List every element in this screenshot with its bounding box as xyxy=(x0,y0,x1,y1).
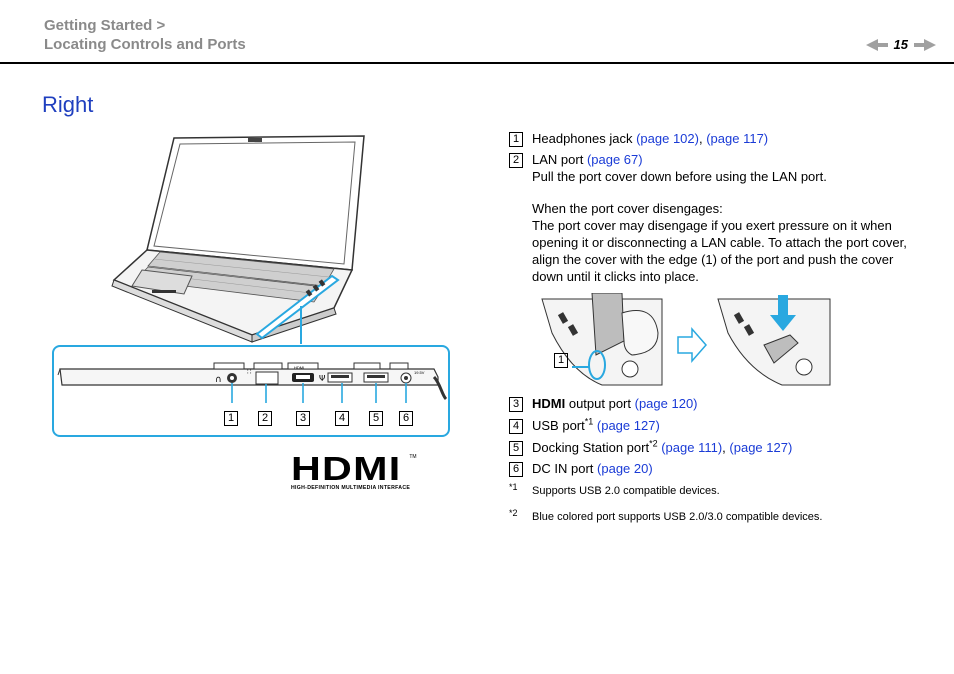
list-item: 4 USB port*1 (page 127) xyxy=(509,417,919,434)
page-number: 15 xyxy=(893,37,908,52)
list-item: 6 DC IN port (page 20) xyxy=(509,460,919,477)
item-label: DC IN port xyxy=(532,461,594,476)
arrow-right-icon xyxy=(677,327,707,363)
item-number: 2 xyxy=(509,153,523,168)
page-link[interactable]: (page 127) xyxy=(597,418,660,433)
hdmi-logo: HDMI TM HIGH-DEFINITION MULTIMEDIA INTER… xyxy=(291,450,431,491)
item-label: Docking Station port xyxy=(532,440,650,455)
page-link[interactable]: (page 117) xyxy=(706,131,768,146)
item-label: output port xyxy=(568,396,631,411)
laptop-screen xyxy=(146,135,365,271)
page-link[interactable]: (page 102) xyxy=(636,131,699,146)
page-navigation: 15 xyxy=(865,37,936,52)
footnote: *2 Blue colored port supports USB 2.0/3.… xyxy=(509,508,919,526)
arrow-right-icon[interactable] xyxy=(914,38,936,51)
item-number: 6 xyxy=(509,462,523,477)
callout-3: 3 xyxy=(296,411,310,426)
footnote-mark: *1 xyxy=(509,482,518,492)
footnote-ref: *2 xyxy=(649,438,658,449)
svg-text:Ψ: Ψ xyxy=(319,374,325,383)
breadcrumb-parent[interactable]: Getting Started > xyxy=(44,16,246,35)
svg-text:19.5V: 19.5V xyxy=(414,370,425,375)
page-link[interactable]: (page 20) xyxy=(597,461,653,476)
item-label: LAN port xyxy=(532,152,584,167)
item-number: 1 xyxy=(509,132,523,147)
svg-text:∩: ∩ xyxy=(215,375,222,385)
list-item: 5 Docking Station port*2 (page 111), (pa… xyxy=(509,439,919,456)
item-label-bold: HDMI xyxy=(532,396,566,411)
camera-icon xyxy=(248,138,262,142)
item-label: USB port xyxy=(532,418,585,433)
footnote: *1 Supports USB 2.0 compatible devices. xyxy=(509,482,919,500)
port-side-view: ∩ ∷ HDMI Ψ 19.5V xyxy=(57,362,448,403)
callout-4: 4 xyxy=(335,411,349,426)
port-detail-panel: ∩ ∷ HDMI Ψ 19.5V 1 2 3 4 5 6 xyxy=(52,345,450,437)
trademark: TM xyxy=(409,454,417,460)
hdmi-logo-text: HDMI xyxy=(291,450,402,487)
item-number: 3 xyxy=(509,397,523,412)
footnote-text: Supports USB 2.0 compatible devices. xyxy=(532,485,720,497)
callout-2: 2 xyxy=(258,411,272,426)
list-item: 2 LAN port (page 67) Pull the port cover… xyxy=(509,151,919,285)
list-item: 3 HDMI output port (page 120) xyxy=(509,395,919,412)
lan-callout: 1 xyxy=(554,353,568,368)
callout-6: 6 xyxy=(399,411,413,426)
item-number: 5 xyxy=(509,441,523,456)
breadcrumb: Getting Started > Locating Controls and … xyxy=(44,16,246,54)
svg-text:∷: ∷ xyxy=(247,368,251,376)
svg-text:HDMI: HDMI xyxy=(294,365,304,370)
page-link[interactable]: (page 127) xyxy=(729,440,792,455)
page-link[interactable]: (page 120) xyxy=(635,396,698,411)
section-title: Right xyxy=(42,92,94,117)
header-divider xyxy=(0,62,954,64)
item-paragraph: The port cover may disengage if you exer… xyxy=(532,218,907,284)
arrow-left-icon[interactable] xyxy=(865,38,888,51)
item-subheading: When the port cover disengages: xyxy=(532,201,723,216)
usb-port: Ψ xyxy=(319,372,353,383)
item-note: Pull the port cover down before using th… xyxy=(532,169,827,184)
lan-cover-step2 xyxy=(717,295,831,386)
docking-station-port xyxy=(363,372,389,383)
lan-cover-step1 xyxy=(541,293,663,386)
item-number: 4 xyxy=(509,419,523,434)
breadcrumb-current: Locating Controls and Ports xyxy=(44,36,246,53)
page-link[interactable]: (page 111) xyxy=(661,440,722,455)
list-item: 1 Headphones jack (page 102), (page 117) xyxy=(509,130,919,147)
port-list: 1 Headphones jack (page 102), (page 117)… xyxy=(509,130,919,526)
footnote-text: Blue colored port supports USB 2.0/3.0 c… xyxy=(532,511,823,523)
callout-1: 1 xyxy=(224,411,238,426)
lan-cover-illustration: 1 xyxy=(532,287,919,395)
page-link[interactable]: (page 67) xyxy=(587,152,643,167)
footnote-ref: *1 xyxy=(584,416,594,427)
footnote-mark: *2 xyxy=(509,508,518,518)
callout-5: 5 xyxy=(369,411,383,426)
item-label: Headphones jack xyxy=(532,131,633,146)
